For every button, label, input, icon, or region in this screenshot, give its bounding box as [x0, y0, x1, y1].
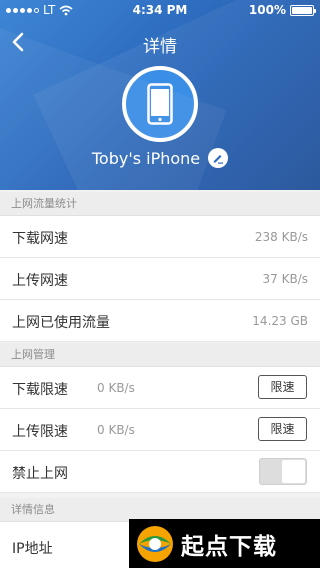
watermark-logo: 起点下载: [129, 519, 320, 568]
upload-limit-button[interactable]: 限速: [258, 417, 307, 441]
nav-bar: 详情: [0, 20, 320, 64]
upload-limit-label: 上传限速: [12, 424, 68, 440]
download-speed-value: 238 KB/s: [254, 230, 308, 244]
used-traffic-label: 上网已使用流量: [12, 315, 110, 331]
header-banner: LT 4:34 PM 100% 详情 Toby's iPhone: [0, 0, 320, 190]
block-internet-toggle[interactable]: [259, 458, 307, 485]
row-block-internet: 禁止上网: [0, 451, 320, 493]
page-title: 详情: [143, 37, 177, 57]
watermark-text: 起点下载: [181, 533, 277, 560]
pencil-icon: [213, 155, 224, 164]
battery-icon: [290, 4, 316, 16]
section-header-traffic: 上网流量统计: [0, 192, 320, 216]
block-internet-label: 禁止上网: [12, 466, 68, 482]
upload-limit-value: 0 KB/s: [97, 423, 135, 437]
phone-icon: [147, 83, 173, 125]
device-name-row: Toby's iPhone: [0, 148, 320, 168]
row-download-speed: 下载网速 238 KB/s: [0, 216, 320, 258]
upload-speed-value: 37 KB/s: [262, 272, 308, 286]
logo-icon: [137, 525, 173, 562]
download-limit-button[interactable]: 限速: [258, 375, 307, 399]
edit-name-button[interactable]: [208, 148, 229, 168]
device-avatar: [122, 66, 198, 142]
device-name: Toby's iPhone: [91, 148, 201, 168]
upload-speed-label: 上传网速: [12, 273, 68, 289]
battery-percent: 100%: [248, 3, 286, 17]
row-upload-speed: 上传网速 37 KB/s: [0, 258, 320, 300]
download-limit-label: 下载限速: [12, 382, 68, 398]
download-limit-value: 0 KB/s: [97, 381, 135, 395]
row-upload-limit: 上传限速 0 KB/s 限速: [0, 409, 320, 451]
used-traffic-value: 14.23 GB: [252, 314, 308, 328]
ip-address-label: IP地址: [12, 541, 53, 557]
section-header-management: 上网管理: [0, 343, 320, 367]
status-bar: LT 4:34 PM 100%: [0, 0, 320, 20]
download-speed-label: 下载网速: [12, 231, 68, 247]
row-download-limit: 下载限速 0 KB/s 限速: [0, 367, 320, 409]
row-used-traffic: 上网已使用流量 14.23 GB: [0, 300, 320, 342]
